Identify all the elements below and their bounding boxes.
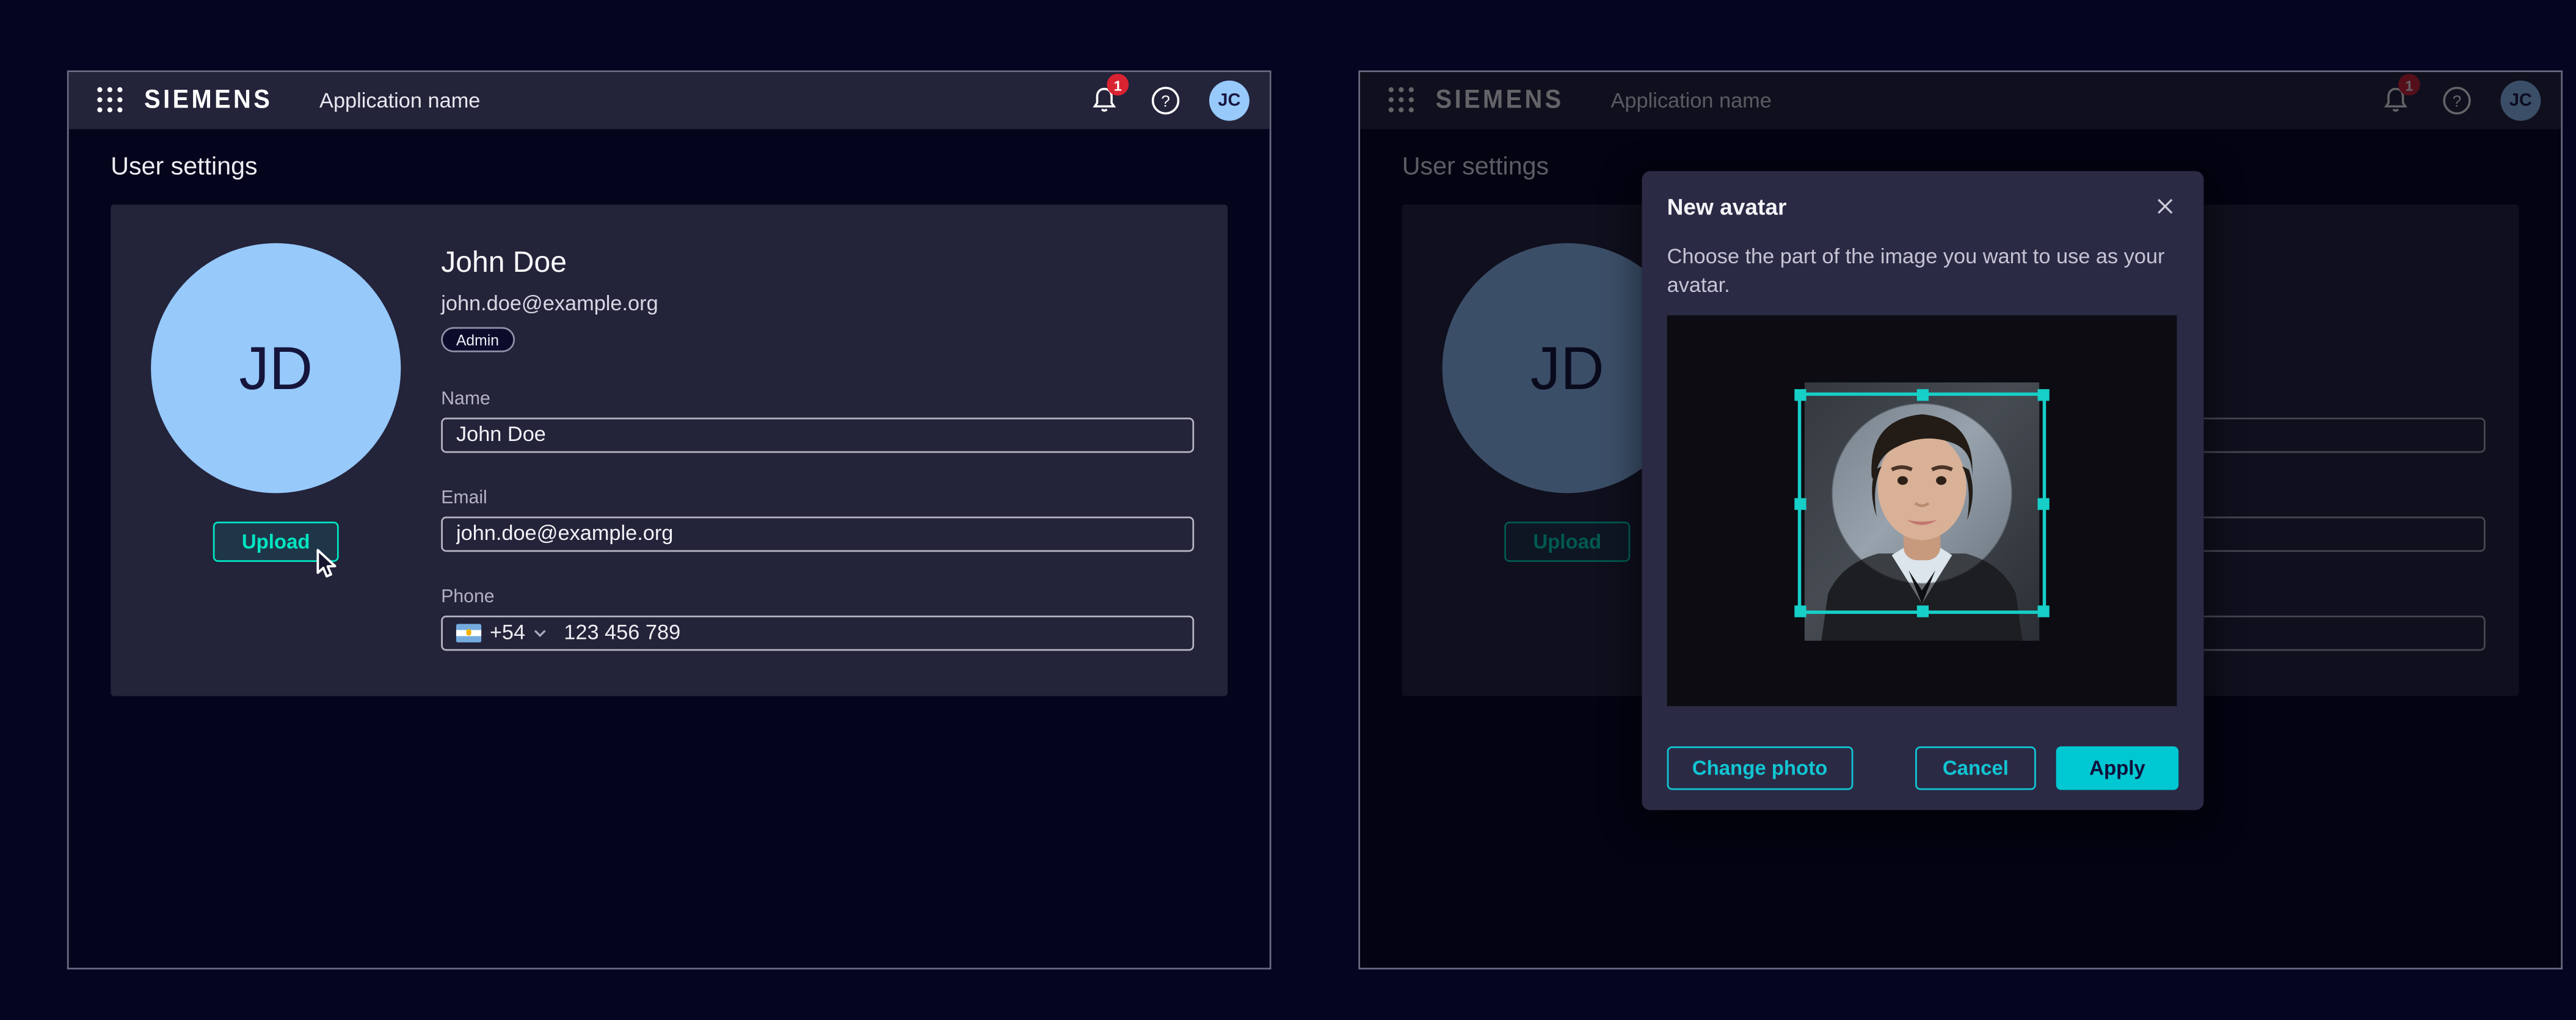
- page-title: User settings: [111, 153, 1228, 181]
- phone-number[interactable]: 123 456 789: [564, 621, 680, 644]
- selection-rectangle[interactable]: [1798, 393, 2046, 614]
- argentina-flag-icon: [456, 623, 481, 641]
- notification-badge: 1: [1107, 74, 1129, 96]
- profile-name: John Doe: [441, 245, 1194, 280]
- application-name: Application name: [319, 89, 480, 112]
- email-label: Email: [441, 487, 1194, 508]
- new-avatar-modal: New avatar Choose the part of the image …: [1642, 171, 2203, 810]
- resize-handle-left[interactable]: [1794, 497, 1806, 509]
- app-launcher-icon[interactable]: [97, 87, 124, 114]
- page-content: User settings JD Upload John Doe john.do…: [69, 153, 1270, 696]
- close-icon: [2156, 198, 2173, 214]
- email-input[interactable]: [441, 515, 1194, 551]
- modal-title: New avatar: [1667, 194, 2152, 219]
- resize-handle-bottom[interactable]: [1916, 605, 1927, 617]
- resize-handle-bottom-right[interactable]: [2038, 605, 2050, 617]
- notifications-button[interactable]: 1: [1082, 79, 1125, 122]
- cancel-button[interactable]: Cancel: [1915, 746, 2036, 790]
- avatar-crop-area: [1667, 315, 2177, 706]
- name-input[interactable]: [441, 417, 1194, 452]
- resize-handle-top[interactable]: [1916, 389, 1927, 401]
- user-settings-window: SIEMENS Application name 1 ? JC User set…: [67, 70, 1272, 969]
- name-label: Name: [441, 388, 1194, 409]
- siemens-logo: SIEMENS: [144, 86, 272, 115]
- modal-close-button[interactable]: [2152, 193, 2178, 220]
- dial-code[interactable]: +54: [490, 621, 525, 644]
- profile-avatar: JD: [151, 243, 401, 493]
- user-settings-window-modal-state: SIEMENS Application name 1 ? JC User set…: [1358, 70, 2563, 969]
- stage: SIEMENS Application name 1 ? JC User set…: [0, 0, 2576, 1020]
- chevron-down-icon[interactable]: [534, 628, 547, 636]
- profile-email: john.doe@example.org: [441, 292, 1194, 315]
- resize-handle-right[interactable]: [2038, 497, 2050, 509]
- question-icon: ?: [1151, 86, 1181, 115]
- svg-text:?: ?: [1161, 92, 1170, 111]
- app-header: SIEMENS Application name 1 ? JC: [69, 72, 1270, 129]
- change-photo-button[interactable]: Change photo: [1667, 746, 1853, 790]
- help-button[interactable]: ?: [1144, 79, 1187, 122]
- modal-description: Choose the part of the image you want to…: [1667, 243, 2174, 299]
- resize-handle-top-right[interactable]: [2038, 389, 2050, 401]
- apply-button[interactable]: Apply: [2056, 746, 2178, 790]
- resize-handle-bottom-left[interactable]: [1794, 605, 1806, 617]
- phone-label: Phone: [441, 586, 1194, 607]
- role-badge: Admin: [441, 327, 514, 352]
- resize-handle-top-left[interactable]: [1794, 389, 1806, 401]
- user-avatar-small[interactable]: JC: [1209, 81, 1250, 121]
- phone-input[interactable]: +54 123 456 789: [441, 614, 1194, 650]
- profile-card: JD Upload John Doe john.doe@example.org …: [111, 205, 1228, 696]
- upload-button[interactable]: Upload: [213, 522, 339, 562]
